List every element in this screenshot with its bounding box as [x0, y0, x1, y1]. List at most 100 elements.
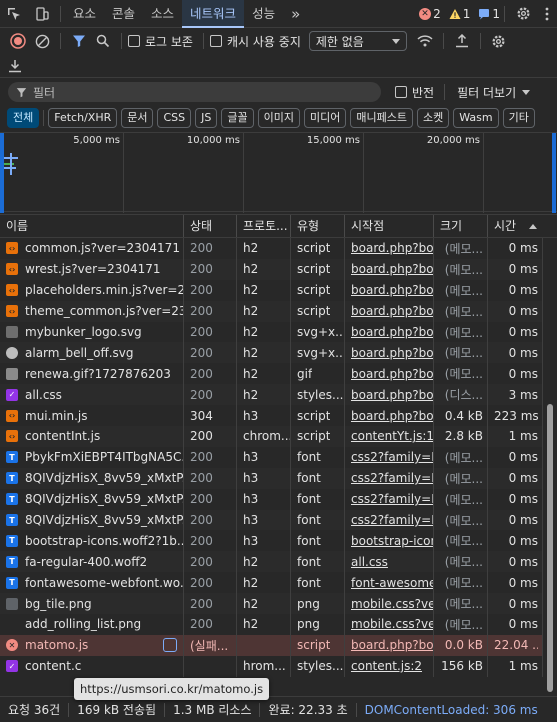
invert-checkbox[interactable] — [395, 86, 407, 98]
request-initiator-cell[interactable]: board.php?bo_t — [345, 384, 434, 406]
request-initiator[interactable]: board.php?bo_t — [351, 409, 433, 423]
request-row[interactable]: ‹› theme_common.js?ver=23... 200 h2 script bo… — [0, 300, 543, 322]
chip-img[interactable]: 이미지 — [257, 108, 300, 128]
request-initiator-cell[interactable]: contentYt.js:1 — [345, 426, 434, 447]
request-row[interactable]: Tfontawesome-webfont.wo... 200 h2 font font-… — [0, 572, 543, 594]
request-row[interactable]: bg_tile.png 200 h2 png mobile.css?ver= (메모...… — [0, 593, 543, 615]
more-filters-button[interactable]: 필터 더보기 — [457, 84, 516, 101]
tab-network[interactable]: 네트워크 — [182, 0, 245, 28]
chip-font[interactable]: 글꼴 — [221, 108, 254, 128]
filter-input[interactable]: 필터 — [8, 82, 381, 102]
request-row[interactable]: add_rolling_list.png 200 h2 png mobile.css?v… — [0, 614, 543, 635]
request-initiator[interactable]: board.php?bo_t — [351, 325, 433, 339]
more-options-icon[interactable] — [537, 0, 557, 28]
request-row[interactable]: T 8QIVdjzHisX_8vv59_xMxtP... 200 h3 font css2… — [0, 467, 543, 489]
more-tabs-button[interactable]: » — [283, 0, 308, 28]
request-initiator[interactable]: board.php?bo_t — [351, 346, 433, 360]
request-initiator[interactable]: content.js:2 — [351, 659, 422, 673]
table-scrollbar[interactable] — [545, 238, 555, 694]
device-toolbar-icon[interactable] — [28, 0, 56, 28]
request-initiator[interactable]: board.php?bo_t — [351, 367, 433, 381]
request-initiator-cell[interactable]: css2?family=Na — [345, 509, 434, 531]
request-row[interactable]: alarm_bell_off.svg 200 h2 svg+x... board.php… — [0, 342, 543, 364]
request-initiator-cell[interactable]: bootstrap-icons — [345, 530, 434, 552]
chip-doc[interactable]: 문서 — [121, 108, 154, 128]
request-initiator-cell[interactable]: css2?family=Na — [345, 488, 434, 510]
request-row[interactable]: T 8QIVdjzHisX_8vv59_xMxtP... 200 h3 font css2… — [0, 509, 543, 531]
overview-right-handle[interactable] — [552, 133, 556, 213]
request-row[interactable]: ‹› common.js?ver=2304171 200 h2 script board.… — [0, 238, 543, 259]
network-overview-timeline[interactable]: 5,000 ms 10,000 ms 15,000 ms 20,000 ms — [0, 132, 557, 213]
column-type[interactable]: 유형 — [291, 215, 345, 237]
clear-icon[interactable] — [30, 29, 54, 53]
chip-other[interactable]: 기타 — [502, 108, 535, 128]
request-initiator-cell[interactable]: board.php?bo_t — [345, 279, 434, 301]
column-protocol[interactable]: 프로토... — [237, 215, 291, 237]
request-initiator[interactable]: bootstrap-icons — [351, 534, 433, 548]
request-initiator-cell[interactable]: board.php?bo_t — [345, 405, 434, 427]
request-row[interactable]: ✓ all.css 200 h2 styles... board.php?bo_t (디스.… — [0, 384, 543, 406]
tab-sources[interactable]: 소스 — [143, 0, 182, 28]
request-initiator-cell[interactable]: content.js:2 — [345, 655, 434, 677]
request-initiator[interactable]: css2?family=Na — [351, 513, 433, 527]
request-initiator-cell[interactable]: board.php?bo_t — [345, 634, 434, 656]
request-initiator[interactable]: mobile.css?ver= — [351, 617, 433, 631]
request-initiator-cell[interactable]: font-awesome.m — [345, 572, 434, 594]
request-initiator-cell[interactable]: css2?family=Na — [345, 467, 434, 489]
chip-socket[interactable]: 소켓 — [416, 108, 450, 128]
column-time[interactable]: 시간 — [488, 215, 543, 237]
request-initiator[interactable]: board.php?bo_t — [351, 241, 433, 255]
chip-media[interactable]: 미디어 — [304, 108, 347, 128]
request-initiator[interactable]: mobile.css?ver= — [351, 597, 433, 611]
inspect-element-icon[interactable] — [0, 0, 28, 28]
request-row[interactable]: T PbykFmXiEBPT4ITbgNA5C... 200 h3 font css2?f… — [0, 446, 543, 468]
column-name[interactable]: 이름 — [0, 215, 184, 237]
filter-funnel-icon[interactable] — [67, 29, 91, 53]
request-row[interactable]: ‹› placeholders.min.js?ver=2... 200 h2 scrip… — [0, 279, 543, 301]
request-initiator[interactable]: board.php?bo_t — [351, 304, 433, 318]
request-row[interactable]: renewa.gif?1727876203 200 h2 gif board.php?b… — [0, 363, 543, 385]
throttling-select[interactable]: 제한 없음 — [308, 31, 407, 51]
disable-cache-checkbox[interactable] — [209, 35, 222, 47]
request-initiator[interactable]: css2?family=Na — [351, 471, 433, 485]
request-initiator[interactable]: board.php?bo_t — [351, 262, 433, 276]
request-initiator[interactable]: font-awesome.m — [351, 576, 433, 590]
request-initiator-cell[interactable]: all.css — [345, 551, 434, 573]
request-row[interactable]: ✕ matomo.js (실패... script board.php?bo_t 0.0 … — [0, 634, 543, 656]
column-status[interactable]: 상태 — [184, 215, 237, 237]
request-initiator-cell[interactable]: css2?family=No — [345, 446, 434, 468]
request-initiator-cell[interactable]: board.php?bo_t — [345, 363, 434, 385]
scrollbar-thumb[interactable] — [547, 404, 553, 692]
request-initiator-cell[interactable]: board.php?bo_t — [345, 258, 434, 280]
request-initiator-cell[interactable]: board.php?bo_t — [345, 342, 434, 364]
tab-elements[interactable]: 요소 — [65, 0, 104, 28]
request-initiator[interactable]: css2?family=No — [351, 450, 433, 464]
request-initiator[interactable]: css2?family=Na — [351, 492, 433, 506]
request-initiator-cell[interactable]: board.php?bo_t — [345, 238, 434, 259]
request-initiator-cell[interactable]: mobile.css?ver= — [345, 614, 434, 635]
open-in-sources-icon[interactable] — [163, 638, 177, 653]
request-row[interactable]: T 8QIVdjzHisX_8vv59_xMxtP... 200 h3 font css2… — [0, 488, 543, 510]
column-size[interactable]: 크기 — [434, 215, 488, 237]
request-row[interactable]: Tfa-regular-400.woff2 200 h2 font all.css (메모… — [0, 551, 543, 573]
chip-css[interactable]: CSS — [157, 108, 192, 128]
request-row[interactable]: ‹› wrest.js?ver=2304171 200 h2 script board.p… — [0, 258, 543, 280]
chip-manifest[interactable]: 매니페스트 — [350, 108, 413, 128]
tab-performance[interactable]: 성능 — [244, 0, 283, 28]
request-row[interactable]: ‹› mui.min.js 304 h3 script board.php?bo_t 0.4… — [0, 405, 543, 427]
chip-all[interactable]: 전체 — [7, 108, 40, 128]
settings-gear-icon[interactable] — [509, 0, 537, 28]
chip-js[interactable]: JS — [195, 108, 218, 128]
network-conditions-wifi-icon[interactable] — [413, 29, 437, 53]
request-row[interactable]: Tbootstrap-icons.woff2?1b... 200 h3 font boo… — [0, 530, 543, 552]
record-stop-icon[interactable] — [6, 29, 30, 53]
request-initiator-cell[interactable]: board.php?bo_t — [345, 321, 434, 343]
tab-console[interactable]: 콘솔 — [104, 0, 143, 28]
chip-fetch-xhr[interactable]: Fetch/XHR — [48, 108, 118, 128]
preserve-log-checkbox[interactable] — [128, 35, 140, 47]
request-row[interactable]: ‹› contentInt.js 200 chrom... script contentY… — [0, 426, 543, 447]
request-initiator[interactable]: board.php?bo_t — [351, 388, 433, 402]
request-row[interactable]: mybunker_logo.svg 200 h2 svg+x... board.php?… — [0, 321, 543, 343]
request-initiator-cell[interactable]: mobile.css?ver= — [345, 593, 434, 615]
chip-wasm[interactable]: Wasm — [453, 108, 499, 128]
